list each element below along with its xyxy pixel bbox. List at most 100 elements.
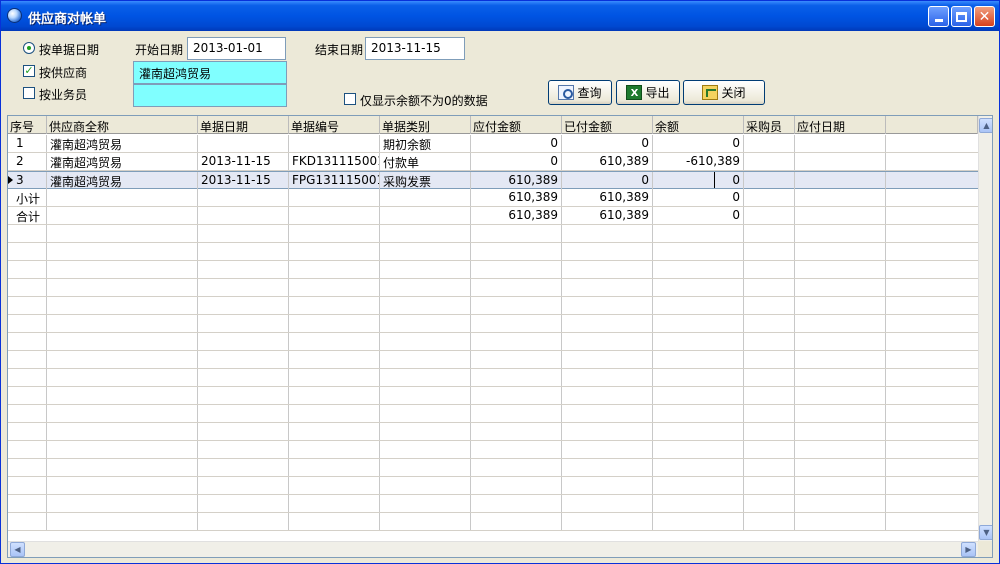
table-cell[interactable]	[744, 405, 795, 422]
empty-row[interactable]	[8, 441, 978, 459]
table-cell[interactable]: 小计	[8, 189, 47, 206]
table-cell[interactable]	[653, 459, 744, 476]
table-cell[interactable]	[744, 243, 795, 260]
column-header[interactable]: 余额	[653, 116, 744, 134]
table-cell[interactable]	[744, 135, 795, 152]
table-cell[interactable]: 610,389	[562, 189, 653, 206]
table-cell[interactable]	[744, 279, 795, 296]
table-cell[interactable]: -610,389	[653, 153, 744, 170]
table-cell[interactable]: 610,389	[471, 172, 562, 189]
table-cell[interactable]	[47, 297, 198, 314]
table-cell[interactable]	[8, 279, 47, 296]
table-cell[interactable]	[795, 459, 886, 476]
table-cell[interactable]	[653, 387, 744, 404]
table-cell[interactable]	[47, 315, 198, 332]
table-cell[interactable]	[562, 423, 653, 440]
table-cell[interactable]	[795, 441, 886, 458]
table-cell[interactable]	[198, 189, 289, 206]
table-cell[interactable]	[653, 261, 744, 278]
table-cell[interactable]: 0	[471, 153, 562, 170]
table-cell[interactable]	[380, 459, 471, 476]
table-cell[interactable]	[47, 207, 198, 224]
table-cell[interactable]	[47, 459, 198, 476]
table-cell[interactable]	[198, 369, 289, 386]
table-cell[interactable]	[289, 135, 380, 152]
statement-grid[interactable]: 序号 供应商全称 单据日期 单据编号 单据类别 应付金额 已付金额 余额 采购员 应付日期 1 灌南…	[7, 115, 993, 558]
table-cell[interactable]	[8, 477, 47, 494]
table-cell[interactable]	[380, 369, 471, 386]
table-row[interactable]: 1 灌南超鸿贸易 期初余额 0 0 0	[8, 135, 978, 153]
nonzero-only-checkbox[interactable]	[344, 93, 356, 105]
table-cell[interactable]	[562, 513, 653, 530]
table-cell[interactable]	[744, 351, 795, 368]
table-cell[interactable]: 0	[653, 135, 744, 152]
table-cell[interactable]	[653, 333, 744, 350]
table-cell[interactable]	[471, 459, 562, 476]
table-cell[interactable]	[471, 477, 562, 494]
table-cell[interactable]	[8, 315, 47, 332]
table-cell[interactable]	[471, 423, 562, 440]
table-cell[interactable]	[653, 405, 744, 422]
empty-row[interactable]	[8, 351, 978, 369]
table-cell[interactable]	[471, 279, 562, 296]
table-cell[interactable]	[8, 513, 47, 530]
table-cell[interactable]	[795, 477, 886, 494]
table-cell[interactable]	[795, 207, 886, 224]
table-cell[interactable]	[744, 225, 795, 242]
salesman-input[interactable]	[133, 84, 287, 107]
table-cell[interactable]	[562, 315, 653, 332]
table-cell[interactable]: 2013-11-15	[198, 153, 289, 170]
table-cell[interactable]	[380, 387, 471, 404]
table-cell[interactable]	[795, 405, 886, 422]
table-cell[interactable]: 灌南超鸿贸易	[47, 172, 198, 189]
table-cell[interactable]: FPG131115001	[289, 172, 380, 189]
table-cell[interactable]	[198, 495, 289, 512]
table-cell[interactable]	[47, 477, 198, 494]
table-cell[interactable]: 0	[653, 189, 744, 206]
table-cell[interactable]	[795, 387, 886, 404]
table-cell[interactable]	[8, 243, 47, 260]
table-cell[interactable]	[471, 441, 562, 458]
column-header[interactable]: 单据日期	[198, 116, 289, 134]
table-cell[interactable]	[380, 297, 471, 314]
empty-row[interactable]	[8, 459, 978, 477]
table-cell[interactable]	[47, 189, 198, 206]
table-cell[interactable]	[744, 333, 795, 350]
table-cell[interactable]	[8, 495, 47, 512]
table-cell[interactable]	[653, 423, 744, 440]
table-cell[interactable]	[198, 135, 289, 152]
table-cell[interactable]	[289, 351, 380, 368]
table-cell[interactable]	[744, 207, 795, 224]
table-cell[interactable]: 合计	[8, 207, 47, 224]
table-cell[interactable]	[198, 207, 289, 224]
table-cell[interactable]	[198, 225, 289, 242]
table-cell[interactable]	[471, 369, 562, 386]
close-button[interactable]: 关闭	[683, 80, 765, 105]
table-cell[interactable]	[8, 423, 47, 440]
table-cell[interactable]	[289, 369, 380, 386]
table-cell[interactable]	[47, 243, 198, 260]
by-supplier-checkbox[interactable]: ✓	[23, 65, 35, 77]
table-cell[interactable]	[795, 495, 886, 512]
table-cell[interactable]	[47, 369, 198, 386]
table-cell[interactable]: 2013-11-15	[198, 172, 289, 189]
horizontal-scrollbar[interactable]: ◀ ▶	[8, 541, 978, 557]
minimize-button[interactable]	[928, 6, 949, 27]
table-cell[interactable]	[380, 243, 471, 260]
table-cell[interactable]	[471, 405, 562, 422]
scroll-up-button[interactable]: ▲	[979, 118, 992, 133]
table-cell[interactable]	[562, 369, 653, 386]
table-cell[interactable]	[653, 441, 744, 458]
table-cell[interactable]: 610,389	[562, 153, 653, 170]
table-cell[interactable]: 灌南超鸿贸易	[47, 135, 198, 152]
table-cell[interactable]	[380, 225, 471, 242]
scroll-down-button[interactable]: ▼	[979, 525, 992, 540]
table-cell[interactable]	[289, 261, 380, 278]
table-cell[interactable]	[562, 243, 653, 260]
table-cell[interactable]	[380, 351, 471, 368]
table-cell[interactable]: 0	[562, 172, 653, 189]
empty-row[interactable]	[8, 279, 978, 297]
table-cell[interactable]	[744, 441, 795, 458]
column-header[interactable]: 应付日期	[795, 116, 886, 134]
empty-row[interactable]	[8, 315, 978, 333]
